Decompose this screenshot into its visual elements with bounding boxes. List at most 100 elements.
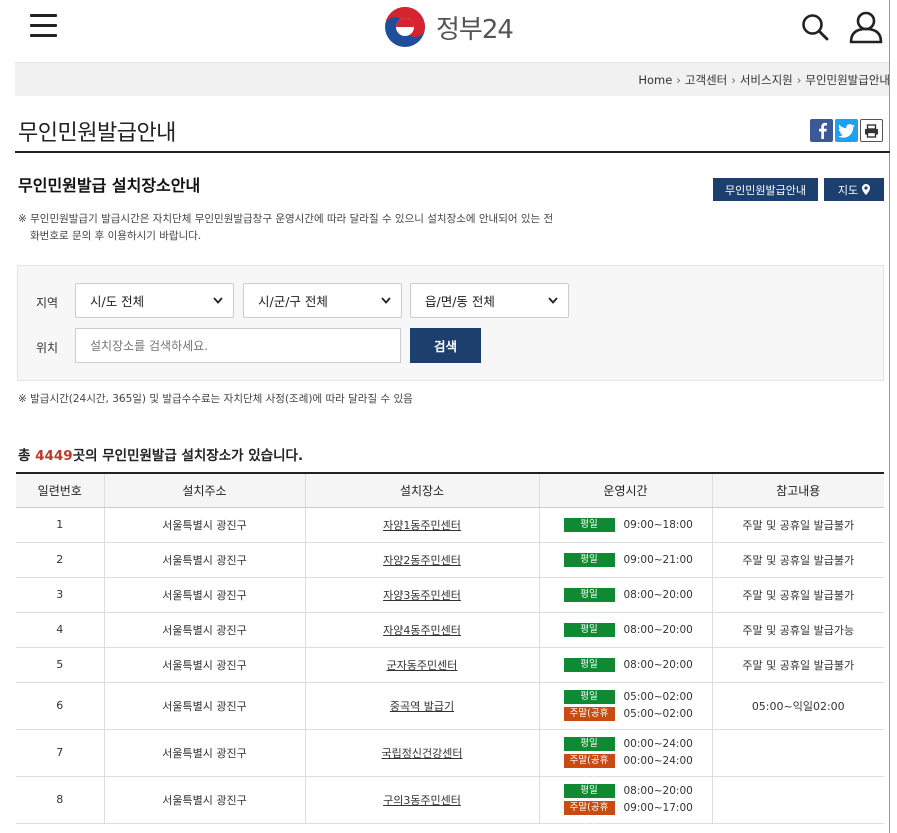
column-header-hours: 운영시간 — [538, 473, 712, 508]
page-title: 무인민원발급안내 — [18, 121, 176, 146]
map-pin-icon — [862, 184, 871, 195]
weekend-hours: 주말(공휴일) 05:00~02:00 — [540, 706, 712, 733]
place-link[interactable]: 구의3동주민센터 — [383, 794, 461, 807]
cell-place: 군자동주민센터 — [304, 647, 539, 683]
twitter-share-button[interactable] — [835, 119, 858, 142]
breadcrumb-bar: Home › 고객센터 › 서비스지원 › 무인민원발급안내 — [15, 62, 890, 96]
cell-note: 주말 및 공휴일 발급가능 — [711, 612, 884, 648]
weekday-hours-value: 00:00~24:00 — [623, 738, 693, 750]
place-link[interactable]: 중곡역 발급기 — [390, 700, 454, 713]
cell-hours: 평일 09:00~21:00 — [538, 542, 712, 578]
weekday-hours: 평일 09:00~21:00 — [540, 551, 712, 568]
chevron-down-icon — [213, 297, 223, 304]
weekday-badge: 평일 — [563, 622, 615, 637]
weekday-badge: 평일 — [563, 517, 615, 532]
weekend-hours: 주말(공휴일) 00:00~24:00 — [540, 753, 712, 780]
cell-place: 자양4동주민센터 — [304, 612, 539, 648]
cell-address: 서울특별시 광진구 — [103, 729, 305, 777]
cell-address: 서울특별시 광진구 — [103, 542, 305, 578]
sigungu-select[interactable]: 시/군/구 전체 — [243, 283, 402, 318]
chevron-down-icon — [548, 297, 558, 304]
cell-address: 서울특별시 광진구 — [103, 612, 305, 648]
weekday-badge: 평일 — [563, 552, 615, 567]
cell-address: 서울특별시 광진구 — [103, 682, 305, 730]
breadcrumb-separator: › — [676, 73, 681, 87]
search-button[interactable]: 검색 — [410, 328, 481, 363]
place-link[interactable]: 자양3동주민센터 — [383, 589, 461, 602]
table-row: 7 서울특별시 광진구 국립정신건강센터 평일 00:00~24:00 주말(공휴일) 00… — [16, 729, 884, 780]
notice-line-1: ※ 무인민원발급기 발급시간은 자치단체 무인민원발급창구 운영시간에 따라 달… — [18, 213, 554, 225]
weekday-hours-value: 08:00~20:00 — [623, 658, 693, 671]
cell-place: 중곡역 발급기 — [304, 682, 539, 730]
table-header-row: 일련번호 설치주소 설치장소 운영시간 참고내용 — [16, 473, 884, 508]
facebook-icon — [818, 122, 827, 139]
total-count: 4449 — [35, 448, 73, 464]
cell-no: 1 — [16, 507, 104, 543]
kiosk-guide-button[interactable]: 무인민원발급안내 — [713, 178, 818, 201]
facebook-share-button[interactable] — [810, 119, 833, 142]
breadcrumb-separator: › — [731, 73, 736, 87]
kiosk-hours-notice: ※ 무인민원발급기 발급시간은 자치단체 무인민원발급창구 운영시간에 따라 달… — [18, 211, 608, 245]
eupmyeondong-select-value: 읍/면/동 전체 — [425, 294, 495, 309]
place-link[interactable]: 자양1동주민센터 — [383, 519, 461, 532]
cell-hours: 평일 00:00~24:00 주말(공휴일) 00:00~24:00 — [538, 729, 712, 780]
search-icon[interactable] — [800, 12, 830, 42]
twitter-icon — [838, 123, 855, 138]
weekday-badge: 평일 — [563, 587, 615, 602]
title-divider — [15, 151, 890, 153]
logo-text: 정부24 — [436, 14, 514, 45]
weekend-badge: 주말(공휴일) — [563, 801, 615, 827]
sido-select-value: 시/도 전체 — [90, 294, 145, 309]
cell-no: 3 — [16, 577, 104, 613]
cell-hours: 평일 08:00~20:00 주말(공휴일) 09:00~17:00 — [538, 776, 712, 827]
place-link[interactable]: 자양4동주민센터 — [383, 624, 461, 637]
place-link[interactable]: 자양2동주민센터 — [383, 554, 461, 567]
page-edge-divider — [889, 0, 890, 833]
table-row: 2 서울특별시 광진구 자양2동주민센터 평일 09:00~21:00 주말 및 공휴일 … — [16, 542, 884, 578]
cell-address: 서울특별시 광진구 — [103, 647, 305, 683]
weekend-hours-value: 00:00~24:00 — [623, 755, 693, 767]
cell-hours: 평일 08:00~20:00 — [538, 577, 712, 613]
place-link[interactable]: 국립정신건강센터 — [382, 747, 463, 760]
cell-no: 5 — [16, 647, 104, 683]
weekday-hours: 평일 05:00~02:00 — [540, 689, 712, 706]
weekday-hours: 평일 08:00~20:00 — [540, 783, 712, 800]
weekday-badge: 평일 — [563, 784, 615, 798]
site-logo[interactable]: 정부24 — [384, 6, 514, 48]
table-row: 6 서울특별시 광진구 중곡역 발급기 평일 05:00~02:00 주말(공휴일) 05:… — [16, 682, 884, 733]
eupmyeondong-select[interactable]: 읍/면/동 전체 — [410, 283, 569, 318]
print-button[interactable] — [860, 119, 883, 142]
table-row: 1 서울특별시 광진구 자양1동주민센터 평일 09:00~18:00 주말 및 공휴일 … — [16, 507, 884, 543]
breadcrumb-separator: › — [796, 73, 802, 87]
chevron-down-icon — [381, 297, 391, 304]
place-link[interactable]: 군자동주민센터 — [387, 659, 458, 672]
weekend-hours-value: 09:00~17:00 — [623, 802, 693, 814]
cell-address: 서울특별시 광진구 — [103, 577, 305, 613]
weekday-hours: 평일 09:00~18:00 — [540, 516, 712, 533]
location-search-input[interactable] — [75, 328, 401, 363]
cell-place: 국립정신건강센터 — [304, 729, 539, 777]
cell-place: 구의3동주민센터 — [304, 776, 539, 824]
weekday-hours: 평일 00:00~24:00 — [540, 736, 712, 753]
section-title: 무인민원발급 설치장소안내 — [18, 176, 201, 195]
breadcrumb: Home › 고객센터 › 서비스지원 › 무인민원발급안내 — [638, 72, 890, 88]
map-button[interactable]: 지도 — [824, 178, 884, 201]
cell-no: 4 — [16, 612, 104, 648]
weekend-badge: 주말(공휴일) — [563, 707, 615, 733]
sido-select[interactable]: 시/도 전체 — [75, 283, 234, 318]
column-header-place: 설치장소 — [304, 473, 539, 508]
table-body: 1 서울특별시 광진구 자양1동주민센터 평일 09:00~18:00 주말 및 공휴일 … — [16, 507, 884, 827]
breadcrumb-current[interactable]: 무인민원발급안내 — [805, 73, 890, 87]
breadcrumb-customer-center[interactable]: 고객센터 — [685, 73, 727, 87]
breadcrumb-service-support[interactable]: 서비스지원 — [740, 73, 793, 87]
location-label: 위치 — [36, 341, 59, 355]
share-tools — [810, 119, 883, 142]
hamburger-menu-icon[interactable] — [30, 14, 57, 37]
weekday-badge: 평일 — [563, 737, 615, 751]
cell-note: 05:00~익일02:00 — [711, 682, 884, 730]
breadcrumb-home[interactable]: Home — [638, 73, 672, 87]
user-icon[interactable] — [848, 10, 884, 44]
cell-address: 서울특별시 광진구 — [103, 507, 305, 543]
weekday-hours: 평일 08:00~20:00 — [540, 656, 712, 673]
total-suffix: 곳의 무인민원발급 설치장소가 있습니다. — [72, 448, 304, 464]
